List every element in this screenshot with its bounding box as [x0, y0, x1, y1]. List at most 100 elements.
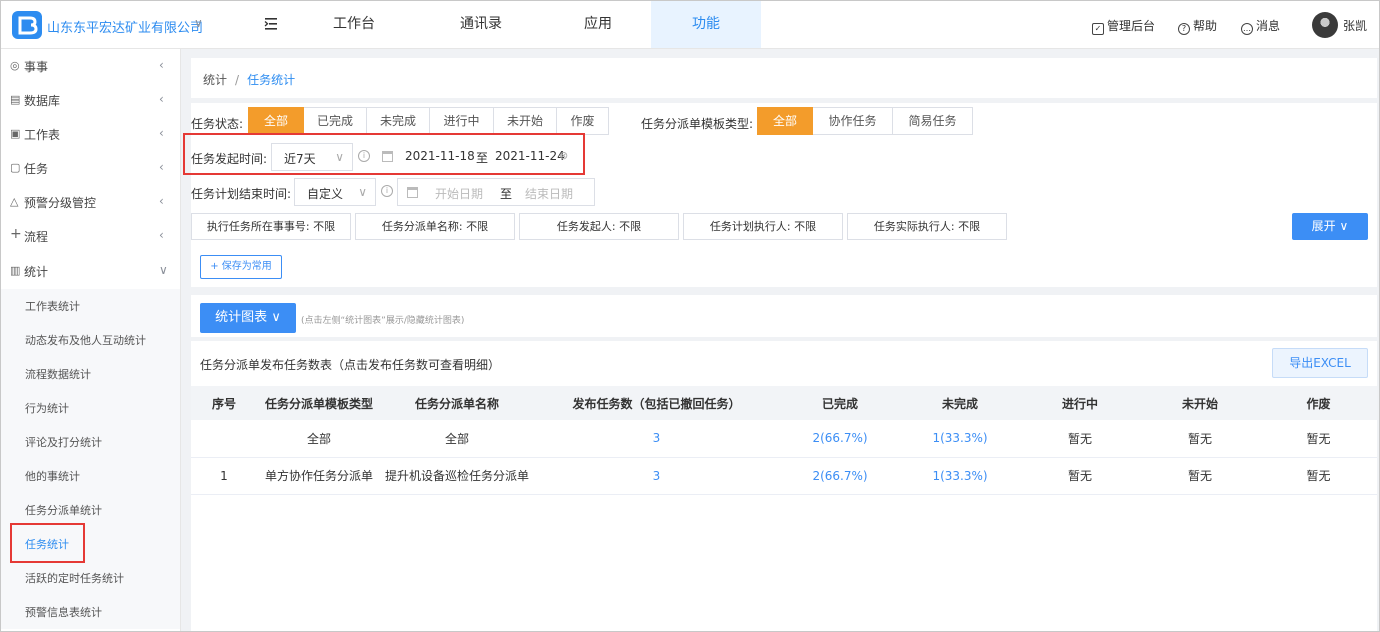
- database-icon: ▤: [10, 93, 21, 106]
- sidebar-label: 行为统计: [25, 402, 69, 415]
- template-option-collab[interactable]: 协作任务: [813, 107, 893, 135]
- template-option-all[interactable]: 全部: [757, 107, 813, 135]
- sidebar-item-comment-stats[interactable]: 评论及打分统计: [1, 425, 180, 459]
- sidebar-item-behavior-stats[interactable]: 行为统计: [1, 391, 180, 425]
- sidebar-group-flow[interactable]: + 流程 ‹: [1, 219, 180, 253]
- sidebar-group-shishi[interactable]: ◎ 事事 ‹: [1, 49, 180, 83]
- completed-link[interactable]: 2(66.7%): [780, 457, 900, 495]
- status-option-doing[interactable]: 进行中: [430, 107, 494, 135]
- column-header: 任务分派单名称: [381, 386, 533, 420]
- chart-toggle-hint: (点击左侧“统计图表”展示/隐藏统计图表): [301, 316, 465, 326]
- status-segment: 全部 已完成 未完成 进行中 未开始 作废: [248, 107, 609, 135]
- sidebar-item-timer-stats[interactable]: 活跃的定时任务统计: [1, 561, 180, 595]
- published-count-link[interactable]: 3: [533, 420, 780, 458]
- status-option-done[interactable]: 已完成: [304, 107, 367, 135]
- table-cell: 暂无: [1020, 457, 1140, 495]
- sidebar-label: 预警信息表统计: [25, 606, 102, 619]
- breadcrumb-root[interactable]: 统计: [203, 73, 227, 87]
- nav-apps[interactable]: 应用: [543, 1, 653, 48]
- company-name[interactable]: 山东东平宏达矿业有限公司: [47, 17, 203, 36]
- breadcrumb-current: 任务统计: [247, 73, 296, 87]
- username[interactable]: 张凯: [1343, 17, 1367, 34]
- help-icon: ?: [1178, 23, 1190, 35]
- filter-chip-planned-executor[interactable]: 任务计划执行人: 不限: [683, 213, 843, 240]
- chevron-left-icon: ‹: [159, 92, 164, 106]
- sidebar-group-alert[interactable]: △ 预警分级管控 ‹: [1, 185, 180, 219]
- sidebar-item-alert-stats[interactable]: 预警信息表统计: [1, 595, 180, 629]
- filter-chip-initiator[interactable]: 任务发起人: 不限: [519, 213, 679, 240]
- end-preset-value: 自定义: [307, 187, 344, 201]
- sidebar-label: 数据库: [24, 94, 61, 108]
- sidebar-label: 工作表: [24, 128, 61, 142]
- chevron-down-icon: ∨: [159, 263, 168, 277]
- chart-toggle-label: 统计图表: [215, 310, 268, 325]
- end-date-from[interactable]: 开始日期: [435, 185, 483, 202]
- chevron-left-icon: ‹: [159, 126, 164, 140]
- app-frame: 山东东平宏达矿业有限公司 ∨ 工作台 通讯录 应用 功能 ✓ 管理后台 ? 帮助 ……: [0, 0, 1380, 632]
- end-date-range[interactable]: 开始日期 至 结束日期: [397, 178, 595, 206]
- column-header: 未开始: [1140, 386, 1260, 420]
- chart-icon: ▥: [10, 264, 21, 277]
- status-option-undone[interactable]: 未完成: [367, 107, 430, 135]
- status-option-notstarted[interactable]: 未开始: [494, 107, 557, 135]
- sidebar-label: 任务分派单统计: [25, 504, 102, 517]
- chevron-down-icon[interactable]: ∨: [194, 16, 203, 30]
- status-option-all[interactable]: 全部: [248, 107, 304, 135]
- template-option-simple[interactable]: 简易任务: [893, 107, 973, 135]
- nav-functions[interactable]: 功能: [651, 1, 761, 48]
- sidebar-label: 流程: [24, 230, 49, 244]
- sidebar-item-flow-stats[interactable]: 流程数据统计: [1, 357, 180, 391]
- sidebar-item-dynamic-stats[interactable]: 动态发布及他人互动统计: [1, 323, 180, 357]
- table-cell: 全部: [257, 420, 381, 458]
- message-icon: …: [1241, 23, 1253, 35]
- sidebar-label: 评论及打分统计: [25, 436, 102, 449]
- nav-workbench[interactable]: 工作台: [299, 1, 409, 48]
- menu-fold-icon[interactable]: [263, 15, 279, 33]
- help-label: 帮助: [1193, 19, 1218, 33]
- table-row: 1 单方协作任务分派单 提升机设备巡检任务分派单 3 2(66.7%) 1(33…: [191, 457, 1377, 495]
- admin-link[interactable]: ✓ 管理后台: [1092, 17, 1155, 35]
- status-option-void[interactable]: 作废: [557, 107, 609, 135]
- uncompleted-link[interactable]: 1(33.3%): [900, 420, 1020, 458]
- info-icon[interactable]: i: [381, 185, 393, 197]
- sidebar-group-worksheet[interactable]: ▣ 工作表 ‹: [1, 117, 180, 151]
- admin-label: 管理后台: [1107, 19, 1156, 33]
- filter-chip-actual-executor[interactable]: 任务实际执行人: 不限: [847, 213, 1007, 240]
- filter-chip-dispatch-name[interactable]: 任务分派单名称: 不限: [355, 213, 515, 240]
- sidebar-group-stats[interactable]: ▥ 统计 ∨: [1, 254, 180, 288]
- admin-icon: ✓: [1092, 23, 1104, 35]
- top-bar: 山东东平宏达矿业有限公司 ∨ 工作台 通讯录 应用 功能 ✓ 管理后台 ? 帮助 ……: [1, 1, 1379, 49]
- messages-label: 消息: [1256, 19, 1281, 33]
- chart-toggle-button[interactable]: 统计图表 ∨: [200, 303, 296, 333]
- column-header: 序号: [191, 386, 257, 420]
- stats-table: 序号 任务分派单模板类型 任务分派单名称 发布任务数（包括已撤回任务） 已完成 …: [191, 386, 1377, 495]
- chevron-left-icon: ‹: [159, 58, 164, 72]
- table-cell: 1: [191, 457, 257, 495]
- avatar[interactable]: [1312, 12, 1338, 38]
- sidebar-label: 流程数据统计: [25, 368, 91, 381]
- published-count-link[interactable]: 3: [533, 457, 780, 495]
- end-preset-select[interactable]: 自定义 ∨: [294, 178, 376, 206]
- end-date-to[interactable]: 结束日期: [525, 185, 573, 202]
- sidebar-item-his-stats[interactable]: 他的事统计: [1, 459, 180, 493]
- nav-contacts[interactable]: 通讯录: [426, 1, 536, 48]
- sidebar-item-worksheet-stats[interactable]: 工作表统计: [1, 289, 180, 323]
- status-label: 任务状态:: [191, 117, 244, 131]
- chevron-left-icon: ‹: [159, 194, 164, 208]
- filter-chip-shishi[interactable]: 执行任务所在事事号: 不限: [191, 213, 351, 240]
- chevron-down-icon: ∨: [358, 185, 367, 199]
- sidebar-item-dispatch-stats[interactable]: 任务分派单统计: [1, 493, 180, 527]
- table-row: 全部 全部 3 2(66.7%) 1(33.3%) 暂无 暂无 暂无: [191, 420, 1377, 458]
- completed-link[interactable]: 2(66.7%): [780, 420, 900, 458]
- help-link[interactable]: ? 帮助: [1178, 17, 1217, 35]
- expand-button[interactable]: 展开 ∨: [1292, 213, 1368, 240]
- sidebar-group-database[interactable]: ▤ 数据库 ‹: [1, 83, 180, 117]
- export-excel-button[interactable]: 导出EXCEL: [1272, 348, 1368, 378]
- company-logo-icon[interactable]: [12, 11, 42, 39]
- table-cell: 暂无: [1260, 420, 1377, 458]
- messages-link[interactable]: … 消息: [1241, 17, 1280, 35]
- task-icon: ▢: [10, 161, 21, 174]
- uncompleted-link[interactable]: 1(33.3%): [900, 457, 1020, 495]
- save-common-button[interactable]: + 保存为常用: [200, 255, 282, 279]
- sidebar-group-task[interactable]: ▢ 任务 ‹: [1, 151, 180, 185]
